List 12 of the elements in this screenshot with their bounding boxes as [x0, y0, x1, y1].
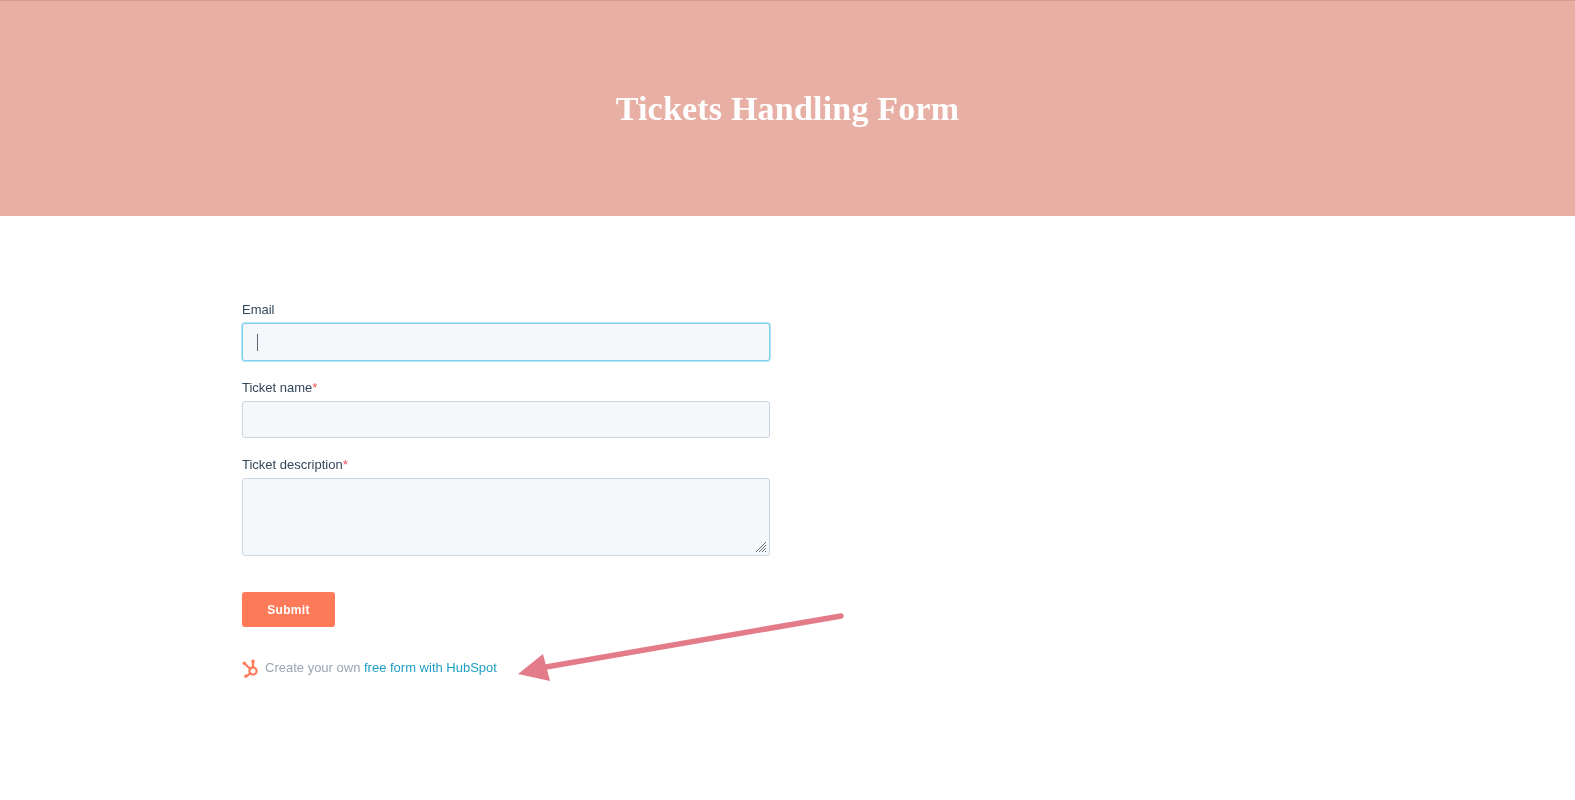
field-label: Ticket description* — [242, 456, 348, 474]
resize-grip-icon[interactable] — [755, 541, 767, 553]
input-field[interactable] — [242, 323, 770, 361]
hubspot-link[interactable]: free form with HubSpot — [364, 660, 497, 675]
submit-button[interactable]: Submit — [242, 592, 335, 627]
text-cursor-icon — [257, 334, 258, 351]
credit-text: Create your own free form with HubSpot — [265, 659, 497, 677]
field-label: Ticket name* — [242, 379, 318, 397]
field-label: Email — [242, 301, 275, 319]
sprocket-icon — [242, 658, 260, 678]
input-field[interactable] — [242, 401, 770, 438]
page-title: Tickets Handling Form — [615, 89, 960, 128]
